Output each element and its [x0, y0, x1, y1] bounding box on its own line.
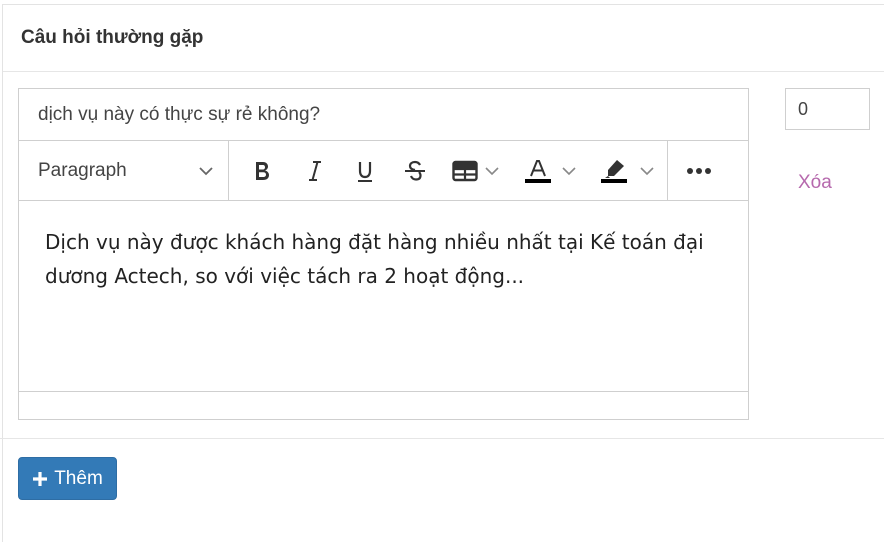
more-icon [687, 167, 711, 174]
answer-editor: Paragraph Dịch vụ này được khách hàng đặ… [18, 140, 749, 420]
italic-button[interactable] [300, 141, 330, 200]
table-button[interactable] [447, 141, 505, 200]
highlight-icon [601, 159, 627, 183]
italic-icon [309, 160, 321, 181]
plus-icon [33, 471, 48, 486]
highlight-button[interactable] [594, 141, 660, 200]
more-button[interactable] [681, 141, 717, 200]
section-divider [0, 438, 884, 439]
editor-toolbar: Paragraph [19, 141, 748, 201]
strikethrough-button[interactable] [399, 141, 431, 200]
underline-button[interactable] [350, 141, 380, 200]
add-button-label: Thêm [54, 467, 103, 489]
bold-button[interactable] [247, 141, 277, 200]
panel-header: Câu hỏi thường gặp [3, 5, 884, 72]
question-input[interactable] [18, 88, 749, 141]
add-button[interactable]: Thêm [18, 457, 117, 500]
bold-icon [256, 161, 269, 180]
panel-title: Câu hỏi thường gặp [21, 27, 204, 48]
font-color-icon [525, 159, 551, 183]
strikethrough-icon [405, 160, 425, 181]
toolbar-separator [228, 141, 229, 200]
delete-link[interactable]: Xóa [798, 172, 832, 194]
chevron-down-icon [562, 166, 576, 175]
toolbar-separator [667, 141, 668, 200]
paragraph-dropdown[interactable]: Paragraph [19, 141, 228, 200]
table-icon [452, 160, 478, 181]
underline-icon [358, 161, 372, 182]
chevron-down-icon [485, 166, 499, 175]
chevron-down-icon [640, 166, 654, 175]
font-color-button[interactable] [519, 141, 581, 200]
chevron-down-icon [198, 163, 214, 184]
paragraph-label: Paragraph [38, 159, 127, 181]
editor-statusbar [19, 391, 748, 419]
editor-content[interactable]: Dịch vụ này được khách hàng đặt hàng nhi… [45, 225, 735, 293]
order-input[interactable] [785, 88, 870, 130]
